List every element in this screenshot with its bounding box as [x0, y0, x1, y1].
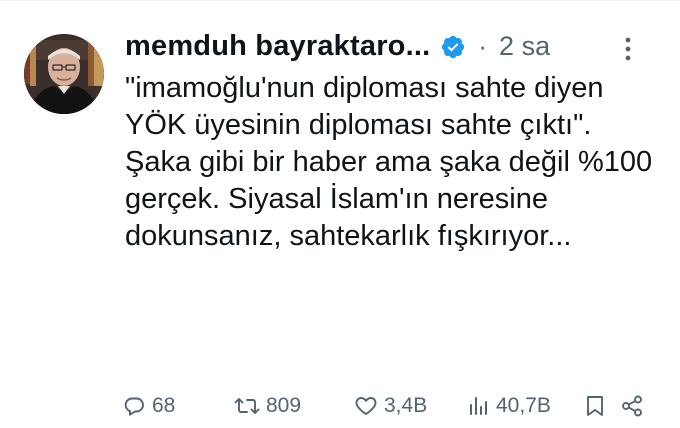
share-button[interactable] — [620, 389, 644, 423]
author-name[interactable]: memduh bayraktaro... — [125, 30, 430, 63]
repost-button[interactable]: 809 — [234, 389, 301, 423]
separator-dot: · — [478, 30, 488, 61]
reply-button[interactable]: 68 — [122, 389, 175, 423]
like-button[interactable]: 3,4B — [354, 389, 427, 423]
avatar-photo — [24, 34, 104, 114]
more-icon[interactable] — [616, 34, 640, 64]
tweet-paragraph-comment: Şaka gibi bir haber ama şaka değil %100 … — [125, 146, 653, 252]
avatar[interactable] — [24, 34, 104, 114]
tweet-paragraph-quote: "imamoğlu'nun diploması sahte diyen YÖK … — [125, 72, 604, 141]
reply-count: 68 — [152, 394, 176, 417]
share-icon — [620, 394, 644, 418]
verified-badge-icon[interactable] — [440, 34, 466, 60]
repost-count: 809 — [266, 394, 302, 417]
heart-icon — [354, 394, 378, 418]
bookmark-button[interactable] — [584, 389, 606, 423]
bookmark-icon — [584, 394, 606, 418]
tweet-header: memduh bayraktaro... · 2 sa — [125, 26, 660, 66]
action-bar: 68 809 3,4B 40,7B — [122, 389, 662, 423]
views-icon — [468, 394, 490, 418]
tweet[interactable]: memduh bayraktaro... · 2 sa "imamoğlu'nu… — [0, 0, 680, 428]
like-count: 3,4B — [384, 394, 428, 417]
repost-icon — [234, 394, 260, 418]
tweet-text: "imamoğlu'nun diploması sahte diyen YÖK … — [125, 70, 665, 255]
timestamp[interactable]: 2 sa — [499, 31, 550, 62]
reply-icon — [122, 394, 146, 418]
views-count: 40,7B — [496, 394, 551, 417]
views-button[interactable]: 40,7B — [468, 389, 551, 423]
